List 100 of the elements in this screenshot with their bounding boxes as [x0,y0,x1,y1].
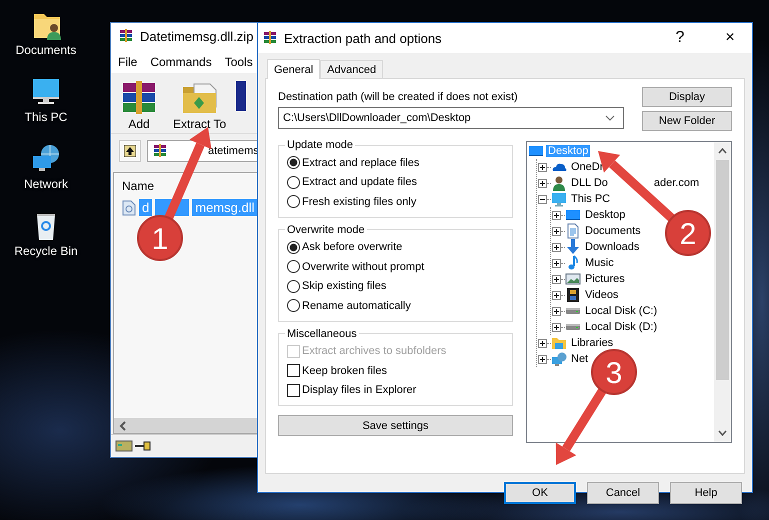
expand-icon[interactable] [538,354,547,364]
globe-monitor-icon [551,351,567,367]
tree-item[interactable]: Music [583,257,616,269]
save-settings-button[interactable]: Save settings [278,415,513,436]
key-icon [135,441,151,451]
step-badge: 2 [665,210,711,256]
scrollbar[interactable] [714,142,731,442]
expand-icon[interactable] [538,162,547,172]
expand-icon[interactable] [552,258,561,268]
option-label[interactable]: Skip existing files [302,280,386,292]
collapse-icon[interactable] [538,194,547,204]
desktop-icon-label[interactable]: Network [24,177,68,191]
option-label[interactable]: Fresh existing files only [302,196,416,208]
dialog-button[interactable]: OK [504,482,576,504]
group-title: Miscellaneous [286,328,358,340]
help-button[interactable]: ? [658,23,702,53]
tree-item[interactable]: Libraries [569,337,616,349]
tree-item[interactable]: Local Disk (D:) [583,321,660,333]
step-badge: 3 [591,349,637,395]
menu-item[interactable]: Tools [224,55,253,69]
checkbox[interactable] [287,384,300,397]
desktop-icon-label[interactable]: Recycle Bin [14,244,78,258]
dialog-button[interactable]: Help [670,482,742,504]
tree-item[interactable]: ader.com [652,177,702,189]
tree-item[interactable]: Desktop [583,209,628,221]
monitor-icon [565,207,581,223]
expand-icon[interactable] [552,322,561,332]
path-combo-box[interactable]: C:\Users\DllDownloader_com\Desktop [278,107,624,129]
step-badge: 1 [137,215,183,261]
side-button[interactable]: Display [642,87,732,107]
radio-button[interactable] [287,260,300,274]
tree-item[interactable]: DLL Do [569,177,610,189]
desktop-icon-label[interactable]: Documents [16,43,76,57]
option-label[interactable]: Extract and update files [302,176,417,188]
drive-icon [565,308,581,314]
option-label[interactable]: Overwrite without prompt [302,260,424,273]
menu-item[interactable]: Commands [150,55,212,69]
archive-icon [262,30,278,46]
expand-icon[interactable] [538,178,547,188]
dialog-button[interactable]: Cancel [587,482,659,504]
side-button[interactable]: New Folder [642,111,732,131]
expand-icon[interactable] [552,306,561,316]
chevron-down-icon [605,115,615,121]
caret-down-icon [718,430,727,436]
option-label[interactable]: Rename automatically [302,300,411,312]
radio-button[interactable] [287,299,300,312]
tree-item[interactable]: Local Disk (C:) [583,305,660,317]
checkbox[interactable] [287,364,300,378]
caret-icon [119,420,127,430]
option-label[interactable]: Extract and replace files [302,156,420,169]
tree-item[interactable]: Videos [583,289,620,301]
tab[interactable]: General [267,59,320,79]
caret-up-icon [718,148,727,154]
expand-icon[interactable] [552,210,561,220]
expand-icon[interactable] [538,338,547,348]
expand-icon[interactable] [552,242,561,252]
film-icon [565,287,581,303]
download-arrow-icon [565,239,581,255]
radio-button[interactable] [287,240,300,254]
expand-icon[interactable] [552,274,561,284]
file-icon [122,200,136,216]
archive-icon [118,28,134,44]
tree-item[interactable]: This PC [569,193,612,205]
extract-to-button[interactable]: Extract To [169,79,230,131]
scroll-thumb[interactable] [716,160,729,380]
column-header[interactable]: Name [122,179,154,193]
person-icon [551,175,567,191]
drive-icon [565,324,581,330]
landscape-icon [565,271,581,287]
tree-item[interactable]: Net [569,353,590,365]
radio-button[interactable] [287,156,300,170]
window-title: Datetimemsg.dll.zip [140,28,254,44]
radio-button[interactable] [287,195,300,208]
add-button[interactable]: Add [115,79,163,131]
radio-button[interactable] [287,280,300,293]
menu-item[interactable]: File [118,55,138,69]
tree-item[interactable]: Downloads [583,241,642,253]
option-label[interactable]: Keep broken files [302,364,387,377]
folder-icon [551,335,567,351]
option-label[interactable]: Display files in Explorer [302,384,416,396]
archive-icon [152,143,168,159]
monitor-icon [551,191,567,207]
option-label[interactable]: Ask before overwrite [302,241,402,254]
field-label: Destination path (will be created if does not exist) [278,91,519,103]
desktop-icon-label[interactable]: This PC [24,110,68,124]
window-title: Extraction path and options [284,30,443,46]
tree-item[interactable]: Pictures [583,273,627,285]
tree-item[interactable]: Documents [583,225,643,237]
up-arrow-icon [124,145,136,157]
monitor-icon [528,143,544,159]
tab[interactable]: Advanced [320,60,384,78]
tree-item[interactable]: OneDr [569,161,606,173]
group-title: Overwrite mode [286,224,366,236]
document-icon [565,223,581,239]
drive-icon [115,440,133,452]
up-button[interactable] [119,140,141,162]
expand-icon[interactable] [552,290,561,300]
close-button[interactable]: × [708,23,752,53]
radio-button[interactable] [287,176,300,189]
expand-icon[interactable] [552,226,561,236]
